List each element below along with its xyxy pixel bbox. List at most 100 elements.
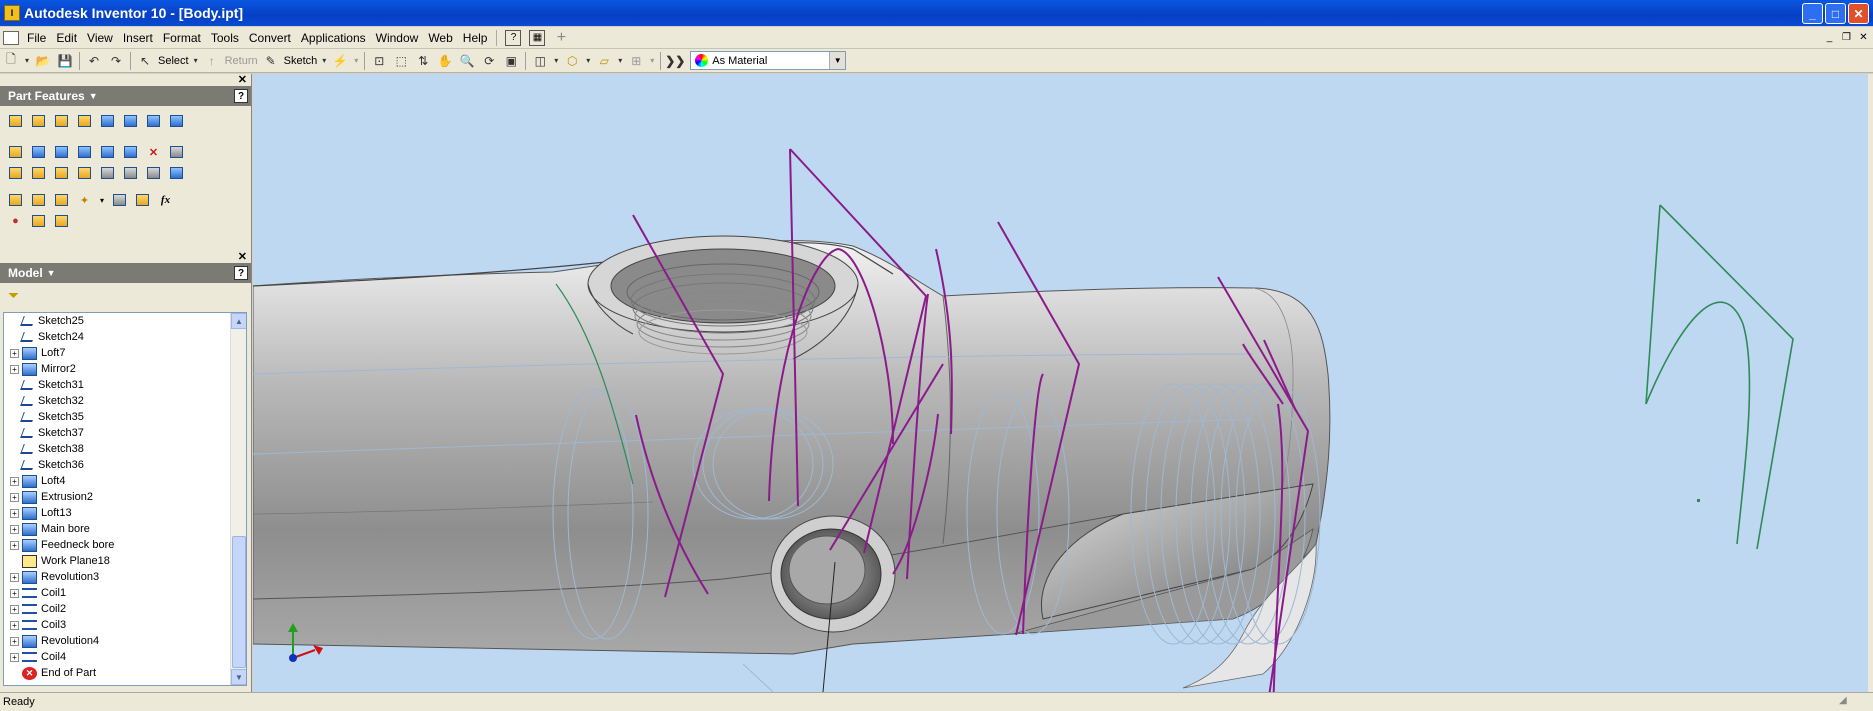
- shadow-dropdown-icon[interactable]: ▾: [615, 51, 625, 71]
- shell-icon[interactable]: [75, 112, 94, 130]
- minimize-button[interactable]: _: [1802, 3, 1823, 24]
- menu-applications[interactable]: Applications: [296, 28, 371, 48]
- coil-icon[interactable]: [167, 112, 186, 130]
- menu-web[interactable]: Web: [423, 28, 457, 48]
- fillet-icon[interactable]: [29, 143, 48, 161]
- tree-item[interactable]: ✕ End of Part: [4, 665, 246, 681]
- filter-icon[interactable]: ⏷: [0, 283, 251, 307]
- derived-component-icon[interactable]: [6, 191, 25, 209]
- new-file-icon[interactable]: 🗋: [0, 51, 22, 71]
- document-icon[interactable]: [3, 30, 19, 45]
- feedneck-bore[interactable]: [770, 515, 896, 633]
- select-button[interactable]: Select: [156, 51, 191, 71]
- rib-icon[interactable]: [98, 112, 117, 130]
- tree-item[interactable]: Sketch35: [4, 409, 246, 425]
- new-dropdown-icon[interactable]: ▾: [22, 51, 32, 71]
- maximize-button[interactable]: □: [1825, 3, 1846, 24]
- scroll-up-icon[interactable]: ▲: [231, 313, 246, 329]
- thicken-icon[interactable]: [52, 164, 71, 182]
- info-icon[interactable]: [52, 212, 71, 230]
- select-arrow-icon[interactable]: ↖: [134, 51, 156, 71]
- panel-close-icon[interactable]: ✕: [0, 74, 251, 86]
- tree-item[interactable]: Sketch25: [4, 313, 246, 329]
- tree-item[interactable]: Sketch36: [4, 457, 246, 473]
- panel-close-icon[interactable]: ✕: [0, 251, 251, 263]
- expand-icon[interactable]: +: [10, 604, 19, 614]
- expand-icon[interactable]: +: [10, 540, 19, 550]
- pan-icon[interactable]: ✋: [434, 51, 456, 71]
- loft-icon[interactable]: [121, 112, 140, 130]
- menu-help[interactable]: Help: [458, 28, 493, 48]
- shadow-icon[interactable]: ▱: [593, 51, 615, 71]
- rectangular-pattern-icon[interactable]: [121, 164, 140, 182]
- menu-window[interactable]: Window: [371, 28, 424, 48]
- menu-tools[interactable]: Tools: [206, 28, 244, 48]
- ipart-icon[interactable]: [133, 191, 152, 209]
- zoom-window-icon[interactable]: ⬚: [390, 51, 412, 71]
- tree-item[interactable]: + Loft13: [4, 505, 246, 521]
- tree-item[interactable]: + Main bore: [4, 521, 246, 537]
- split-icon[interactable]: [98, 143, 117, 161]
- hole-icon[interactable]: [52, 112, 71, 130]
- expand-icon[interactable]: +: [10, 588, 19, 598]
- sketch-button[interactable]: Sketch: [282, 51, 320, 71]
- expand-icon[interactable]: +: [10, 364, 19, 374]
- chevron-down-icon[interactable]: ▼: [829, 52, 846, 69]
- thread-icon[interactable]: [6, 143, 25, 161]
- emboss-icon[interactable]: [29, 164, 48, 182]
- expand-icon[interactable]: +: [10, 620, 19, 630]
- tree-item[interactable]: Sketch24: [4, 329, 246, 345]
- help-icon[interactable]: ?: [234, 266, 248, 280]
- look-at-icon[interactable]: ▣: [500, 51, 522, 71]
- graphics-viewport[interactable]: [253, 74, 1868, 692]
- sweep-icon[interactable]: [144, 112, 163, 130]
- part-features-header[interactable]: Part Features ▼ ?: [0, 86, 251, 106]
- chamfer-icon[interactable]: [52, 143, 71, 161]
- expand-icon[interactable]: +: [10, 572, 19, 582]
- tree-item[interactable]: + Coil1: [4, 585, 246, 601]
- move-face-icon[interactable]: [121, 143, 140, 161]
- mdi-restore-button[interactable]: ❐: [1839, 30, 1854, 44]
- help-icon[interactable]: ?: [505, 29, 522, 46]
- tree-item[interactable]: + Extrusion2: [4, 489, 246, 505]
- circular-pattern-icon[interactable]: [144, 164, 163, 182]
- expand-icon[interactable]: +: [10, 636, 19, 646]
- pattern-icon[interactable]: [98, 164, 117, 182]
- rotate-icon[interactable]: ⟳: [478, 51, 500, 71]
- tree-scrollbar[interactable]: ▲ ▼: [230, 313, 246, 685]
- menu-view[interactable]: View: [82, 28, 118, 48]
- camera-dropdown-icon[interactable]: ▾: [583, 51, 593, 71]
- work-plane-icon[interactable]: [29, 191, 48, 209]
- tree-item[interactable]: + Coil2: [4, 601, 246, 617]
- resize-grip-icon[interactable]: ◢: [1839, 695, 1853, 709]
- expand-icon[interactable]: +: [10, 348, 19, 358]
- expand-icon[interactable]: +: [10, 492, 19, 502]
- menu-edit[interactable]: Edit: [51, 28, 82, 48]
- open-file-icon[interactable]: 📂: [32, 51, 54, 71]
- replace-face-icon[interactable]: [167, 143, 186, 161]
- zoom-selected-icon[interactable]: 🔍: [456, 51, 478, 71]
- sketch-pencil-icon[interactable]: ✎: [260, 51, 282, 71]
- tree-item[interactable]: Sketch32: [4, 393, 246, 409]
- hide-icon[interactable]: ❯❯: [664, 51, 686, 71]
- mdi-minimize-button[interactable]: _: [1822, 30, 1837, 44]
- menu-format[interactable]: Format: [158, 28, 206, 48]
- tree-item[interactable]: + Revolution4: [4, 633, 246, 649]
- work-point-icon[interactable]: ✦: [75, 191, 94, 209]
- model-header[interactable]: Model ▼ ?: [0, 263, 251, 283]
- delete-face-icon[interactable]: ✕: [144, 143, 163, 161]
- sketch-dropdown-icon[interactable]: ▾: [319, 51, 329, 71]
- tree-item[interactable]: + Revolution3: [4, 569, 246, 585]
- work-axis-icon[interactable]: [52, 191, 71, 209]
- redo-icon[interactable]: ↷: [105, 51, 127, 71]
- save-icon[interactable]: 💾: [54, 51, 76, 71]
- tree-item[interactable]: + Feedneck bore: [4, 537, 246, 553]
- extrude-icon[interactable]: [6, 112, 25, 130]
- close-button[interactable]: ✕: [1848, 3, 1869, 24]
- display-mode-icon[interactable]: ◫: [529, 51, 551, 71]
- menu-insert[interactable]: Insert: [118, 28, 158, 48]
- plus-icon[interactable]: +: [553, 29, 569, 46]
- tree-item[interactable]: Sketch38: [4, 441, 246, 457]
- menu-file[interactable]: File: [22, 28, 51, 48]
- help-icon[interactable]: ?: [234, 89, 248, 103]
